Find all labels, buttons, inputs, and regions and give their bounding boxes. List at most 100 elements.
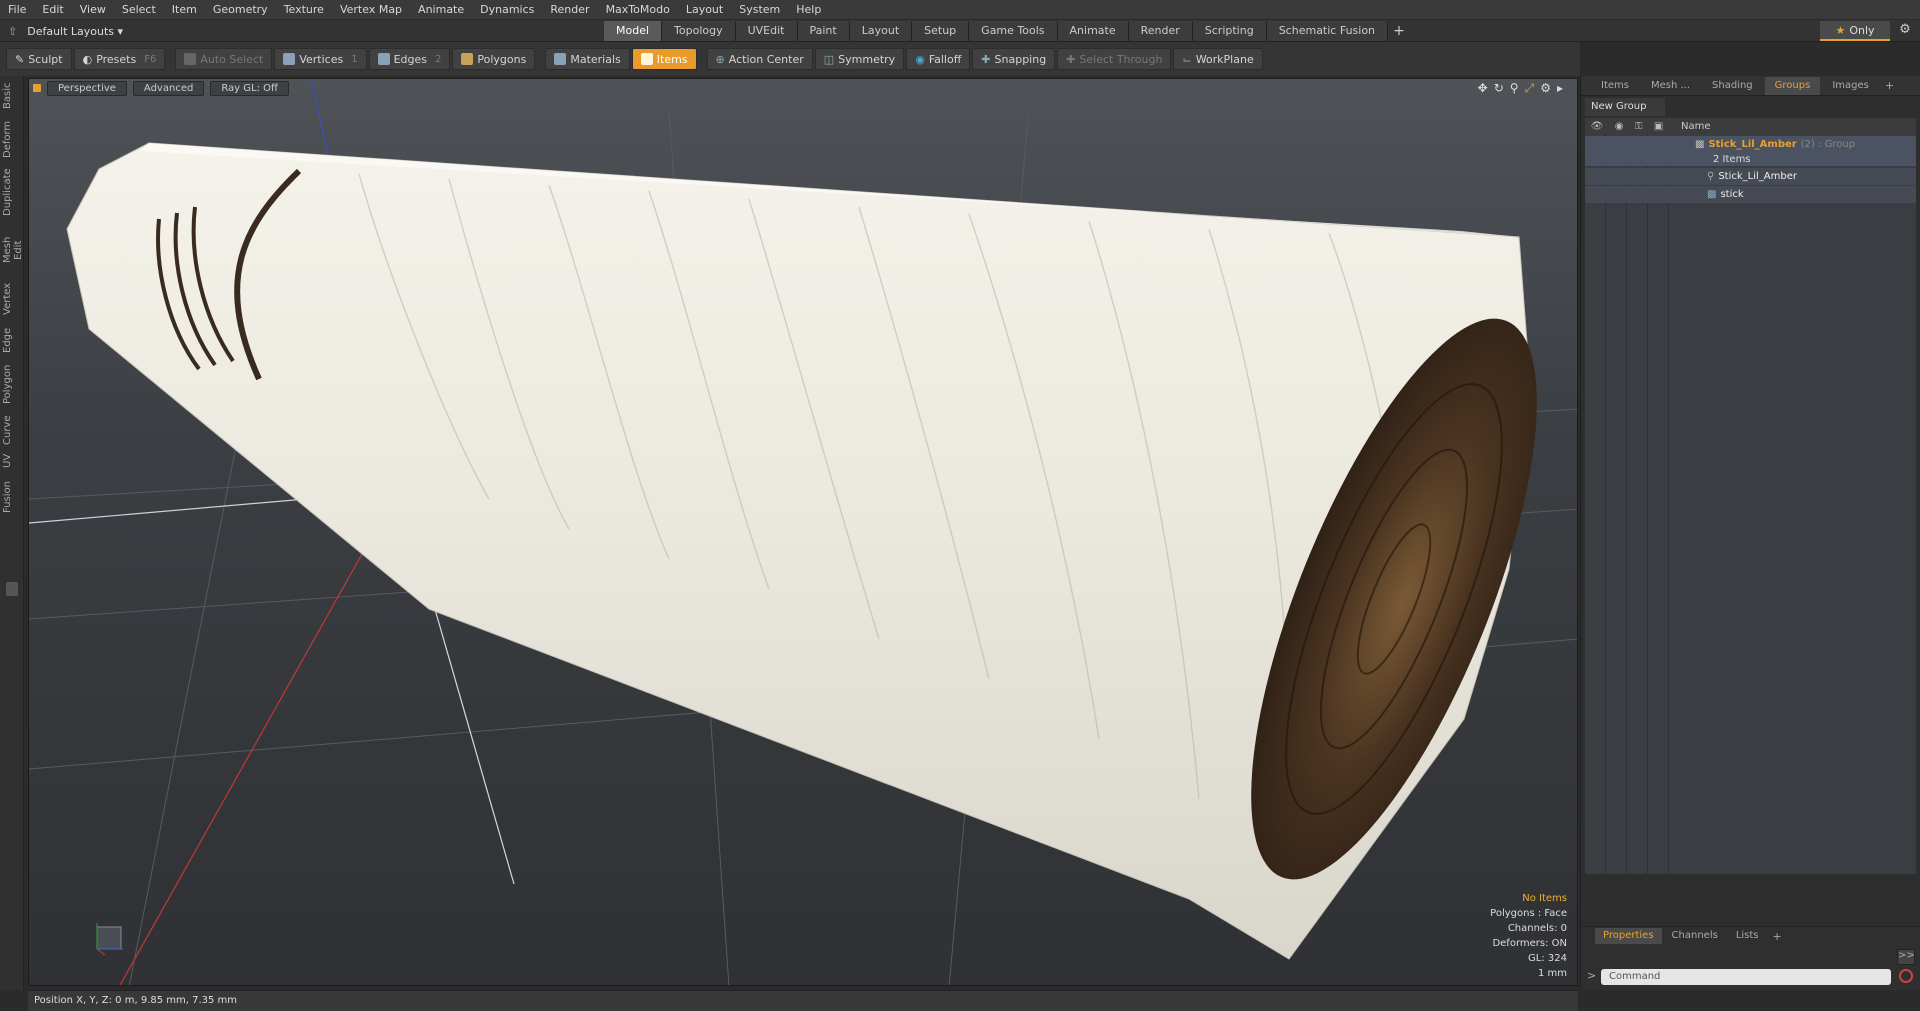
tab-uvedit[interactable]: UVEdit — [735, 21, 798, 41]
snapping-button[interactable]: ✚ Snapping — [972, 48, 1056, 70]
stop-icon[interactable] — [1899, 969, 1913, 983]
viewport-menu-icon[interactable] — [33, 84, 41, 92]
scene-render — [29, 79, 1577, 985]
expand-button[interactable]: >> — [1897, 949, 1915, 965]
menu-system[interactable]: System — [731, 0, 788, 20]
vertices-button[interactable]: Vertices 1 — [274, 48, 367, 70]
left-panel-toggle[interactable] — [6, 582, 18, 596]
layout-selector[interactable]: ⇧ Default Layouts ▾ — [0, 20, 180, 42]
falloff-button[interactable]: ◉ Falloff — [906, 48, 971, 70]
select-icon[interactable]: ▣ — [1654, 121, 1663, 132]
add-properties-tab-icon[interactable]: + — [1773, 930, 1782, 943]
tab-groups[interactable]: Groups — [1764, 76, 1821, 95]
left-tab-curve[interactable]: Curve — [2, 414, 22, 446]
left-tab-uv[interactable]: UV — [2, 452, 22, 470]
only-label: Only — [1849, 23, 1875, 37]
list-item[interactable]: ▩ stick — [1585, 186, 1916, 203]
left-tab-edge[interactable]: Edge — [2, 326, 22, 354]
move-view-icon[interactable]: ✥ — [1478, 81, 1488, 96]
eye-icon[interactable]: 👁 — [1591, 121, 1604, 132]
left-tab-vertex[interactable]: Vertex — [2, 282, 22, 316]
edges-button[interactable]: Edges 2 — [368, 48, 451, 70]
tab-animate[interactable]: Animate — [1057, 21, 1129, 41]
menu-file[interactable]: File — [0, 0, 34, 20]
command-input[interactable]: Command — [1601, 969, 1891, 985]
raygl-button[interactable]: Ray GL: Off — [210, 80, 289, 96]
left-tab-basic[interactable]: Basic — [2, 82, 22, 110]
presets-label: Presets — [96, 52, 137, 66]
tab-topology[interactable]: Topology — [662, 21, 736, 41]
symmetry-icon: ◫ — [823, 52, 835, 66]
tab-lists[interactable]: Lists — [1728, 928, 1767, 944]
tab-render[interactable]: Render — [1128, 21, 1193, 41]
edges-icon — [377, 53, 390, 65]
symmetry-button[interactable]: ◫ Symmetry — [814, 48, 905, 70]
perspective-button[interactable]: Perspective — [47, 80, 127, 96]
group-row[interactable]: ▩ Stick_Lil_Amber (2) : Group — [1585, 136, 1916, 153]
tab-channels[interactable]: Channels — [1664, 928, 1726, 944]
mesh-icon: ▩ — [1707, 189, 1717, 200]
select-through-button[interactable]: ✚ Select Through — [1057, 48, 1172, 70]
properties-tabs: Properties Channels Lists + — [1581, 927, 1920, 945]
menu-help[interactable]: Help — [788, 0, 829, 20]
left-tab-fusion[interactable]: Fusion — [2, 478, 22, 516]
menu-layout[interactable]: Layout — [678, 0, 731, 20]
tab-images[interactable]: Images — [1822, 77, 1879, 95]
menu-render[interactable]: Render — [542, 0, 597, 20]
sculpt-button[interactable]: ✎ Sculpt — [6, 48, 72, 70]
only-button[interactable]: ★ Only — [1820, 21, 1890, 41]
materials-button[interactable]: Materials — [545, 48, 630, 70]
menu-edit[interactable]: Edit — [34, 0, 71, 20]
rotate-view-icon[interactable]: ↻ — [1494, 81, 1504, 96]
sculpt-label: Sculpt — [28, 52, 63, 66]
add-panel-tab-icon[interactable]: + — [1885, 79, 1894, 92]
mode-tabs: Model Topology UVEdit Paint Layout Setup… — [604, 21, 1410, 41]
tab-setup[interactable]: Setup — [912, 21, 970, 41]
tab-schematic-fusion[interactable]: Schematic Fusion — [1266, 21, 1389, 41]
advanced-button[interactable]: Advanced — [132, 80, 205, 96]
tab-paint[interactable]: Paint — [797, 21, 850, 41]
items-button[interactable]: Items — [631, 48, 697, 70]
menu-maxtomodo[interactable]: MaxToModo — [598, 0, 678, 20]
menu-view[interactable]: View — [72, 0, 114, 20]
items-icon — [640, 53, 653, 65]
properties-panel: Properties Channels Lists + >> > Command — [1581, 926, 1920, 990]
left-tab-mesh-edit[interactable]: Mesh Edit — [2, 226, 24, 274]
polygons-button[interactable]: Polygons — [452, 48, 536, 70]
list-item[interactable]: ⚲ Stick_Lil_Amber — [1585, 168, 1916, 185]
workplane-button[interactable]: ⌙ WorkPlane — [1173, 48, 1263, 70]
menu-animate[interactable]: Animate — [410, 0, 472, 20]
presets-button[interactable]: ◐ Presets F6 — [73, 48, 166, 70]
menu-item[interactable]: Item — [164, 0, 205, 20]
materials-label: Materials — [570, 52, 621, 66]
menu-geometry[interactable]: Geometry — [205, 0, 276, 20]
left-tab-deform[interactable]: Deform — [2, 120, 22, 158]
3d-viewport[interactable]: Perspective Advanced Ray GL: Off ✥ ↻ ⚲ ⤢… — [28, 78, 1578, 986]
tab-game-tools[interactable]: Game Tools — [969, 21, 1058, 41]
tab-shading[interactable]: Shading — [1702, 77, 1763, 95]
tab-mesh[interactable]: Mesh ... — [1641, 77, 1700, 95]
add-tab-button[interactable]: + — [1388, 21, 1410, 41]
new-group-button[interactable]: New Group — [1585, 98, 1665, 116]
zoom-view-icon[interactable]: ⚲ — [1510, 81, 1519, 96]
tab-properties[interactable]: Properties — [1595, 928, 1662, 944]
viewport-gear-icon[interactable]: ⚙ — [1540, 81, 1551, 96]
menu-vertex-map[interactable]: Vertex Map — [332, 0, 410, 20]
fit-view-icon[interactable]: ⤢ — [1525, 81, 1535, 96]
tab-layout[interactable]: Layout — [849, 21, 913, 41]
menu-texture[interactable]: Texture — [276, 0, 332, 20]
menu-dynamics[interactable]: Dynamics — [472, 0, 542, 20]
name-column-header[interactable]: Name — [1681, 121, 1711, 132]
tab-scripting[interactable]: Scripting — [1192, 21, 1267, 41]
tab-model[interactable]: Model — [604, 21, 663, 41]
lock-icon[interactable]: ⚿ — [1635, 121, 1643, 132]
tab-items[interactable]: Items — [1591, 77, 1639, 95]
gear-icon[interactable]: ⚙ — [1896, 22, 1914, 40]
menu-select[interactable]: Select — [114, 0, 164, 20]
left-tab-polygon[interactable]: Polygon — [2, 362, 22, 406]
render-icon[interactable]: ◉ — [1615, 121, 1624, 132]
action-center-button[interactable]: ⊕ Action Center — [706, 48, 813, 70]
auto-select-button[interactable]: Auto Select — [175, 48, 273, 70]
viewport-expand-icon[interactable]: ▸ — [1557, 81, 1563, 96]
left-tab-duplicate[interactable]: Duplicate — [2, 168, 22, 216]
